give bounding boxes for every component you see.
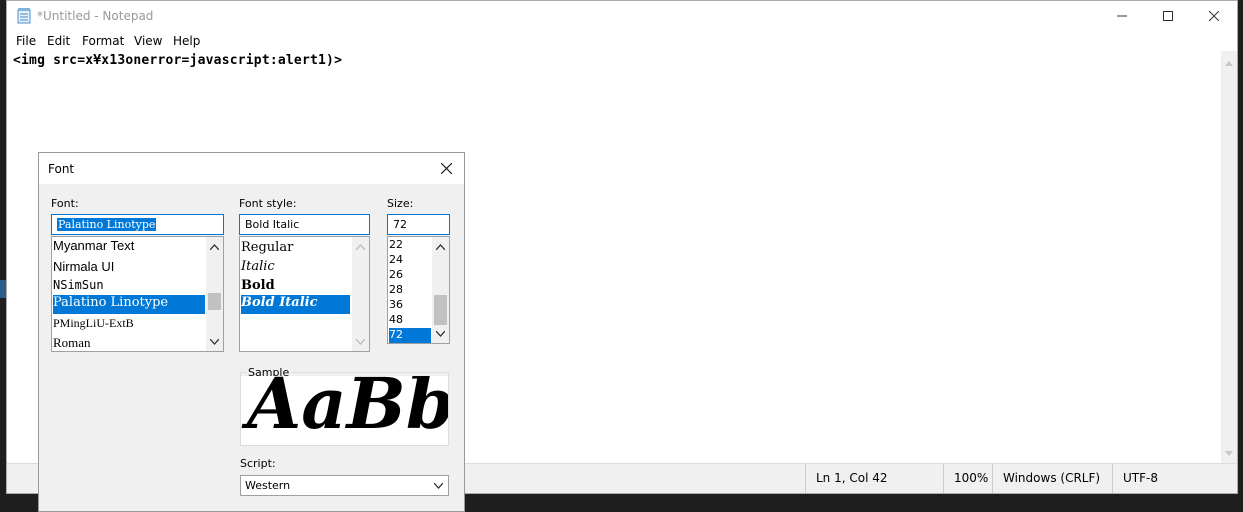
close-icon — [1209, 11, 1219, 21]
window-title: *Untitled - Notepad — [37, 9, 154, 23]
style-item-regular[interactable]: Regular — [241, 240, 293, 255]
maximize-icon — [1163, 11, 1173, 21]
close-button[interactable] — [1191, 1, 1237, 31]
script-label: Script: — [240, 457, 276, 470]
size-item[interactable]: 36 — [389, 298, 403, 311]
size-list-scroll-thumb[interactable] — [434, 295, 447, 325]
scroll-up-icon[interactable] — [1225, 55, 1233, 69]
maximize-button[interactable] — [1145, 1, 1191, 31]
font-item-myanmar[interactable]: Myanmar Text — [53, 238, 134, 253]
vertical-scrollbar[interactable] — [1221, 51, 1237, 464]
font-name-input[interactable]: Palatino Linotype — [51, 214, 224, 235]
chevron-down-icon — [434, 483, 443, 489]
style-list-scrollbar[interactable] — [352, 237, 369, 351]
menu-file[interactable]: File — [16, 34, 36, 48]
minimize-button[interactable] — [1099, 1, 1145, 31]
menu-help[interactable]: Help — [173, 34, 200, 48]
dialog-title-bar: Font — [39, 153, 464, 184]
font-item-roman[interactable]: Roman — [53, 335, 91, 351]
font-list-scrollbar[interactable] — [206, 237, 223, 351]
chevron-down-icon[interactable] — [352, 333, 369, 350]
size-list-scrollbar[interactable] — [432, 237, 449, 343]
menu-view[interactable]: View — [134, 34, 162, 48]
font-list-scroll-thumb[interactable] — [208, 293, 221, 310]
close-icon — [440, 162, 452, 174]
script-value: Western — [245, 479, 291, 492]
style-item-bold-italic[interactable]: Bold Italic — [241, 295, 350, 314]
sample-preview: AaBbYyZz — [241, 376, 448, 445]
font-style-list[interactable]: Regular Italic Bold Bold Italic — [239, 236, 370, 352]
size-item[interactable]: 48 — [389, 313, 403, 326]
title-bar: *Untitled - Notepad — [7, 1, 1237, 31]
font-dialog: Font Font: Palatino Linotype Myanmar Tex… — [38, 152, 465, 512]
font-style-value: Bold Italic — [245, 218, 300, 231]
size-item[interactable]: 24 — [389, 253, 403, 266]
status-encoding: UTF-8 — [1112, 464, 1223, 493]
chevron-up-icon[interactable] — [206, 238, 223, 255]
style-item-italic[interactable]: Italic — [241, 259, 275, 274]
font-name-value: Palatino Linotype — [57, 218, 157, 231]
font-label: Font: — [51, 197, 79, 210]
script-select[interactable]: Western — [240, 475, 449, 496]
size-item[interactable]: 28 — [389, 283, 403, 296]
dialog-title: Font — [48, 162, 75, 176]
chevron-up-icon[interactable] — [432, 238, 449, 255]
size-label: Size: — [387, 197, 414, 210]
font-style-input[interactable]: Bold Italic — [239, 214, 370, 235]
font-item-palatino[interactable]: Palatino Linotype — [53, 295, 205, 314]
scroll-down-icon[interactable] — [1225, 446, 1233, 460]
size-value: 72 — [393, 218, 407, 231]
dialog-close-button[interactable] — [434, 157, 458, 179]
font-item-pmingliu[interactable]: PMingLiU-ExtB — [53, 316, 134, 331]
size-item[interactable]: 26 — [389, 268, 403, 281]
size-item[interactable]: 22 — [389, 238, 403, 251]
sample-text: AaBbYyZz — [247, 376, 448, 445]
font-list[interactable]: Myanmar Text Nirmala UI NSimSun Palatino… — [51, 236, 224, 352]
chevron-down-icon[interactable] — [432, 325, 449, 342]
chevron-up-icon[interactable] — [352, 238, 369, 255]
status-zoom: 100% — [943, 464, 994, 493]
size-item-selected[interactable]: 72 — [389, 328, 431, 343]
style-item-bold[interactable]: Bold — [241, 278, 275, 293]
font-style-label: Font style: — [239, 197, 297, 210]
notepad-icon — [17, 8, 31, 24]
menu-edit[interactable]: Edit — [47, 34, 70, 48]
minimize-icon — [1117, 15, 1127, 17]
chevron-down-icon[interactable] — [206, 333, 223, 350]
editor-content[interactable]: <img src=x¥x13onerror=javascript:alert1)… — [13, 53, 342, 68]
size-input[interactable]: 72 — [387, 214, 450, 235]
status-position: Ln 1, Col 42 — [805, 464, 946, 493]
font-item-nsimsun[interactable]: NSimSun — [53, 278, 104, 292]
size-list[interactable]: 22 24 26 28 36 48 72 — [387, 236, 450, 344]
menu-format[interactable]: Format — [82, 34, 124, 48]
menu-bar: File Edit Format View Help — [7, 31, 1237, 51]
status-line-endings: Windows (CRLF) — [992, 464, 1113, 493]
font-item-nirmala[interactable]: Nirmala UI — [53, 259, 114, 274]
